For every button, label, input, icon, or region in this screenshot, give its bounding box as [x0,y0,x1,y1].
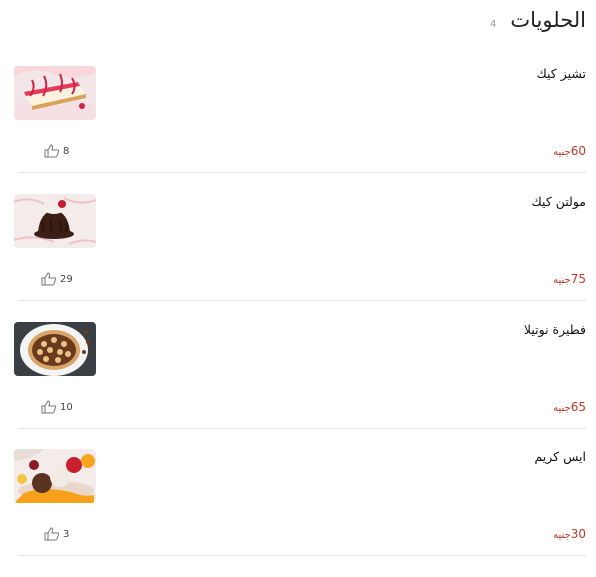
menu-item[interactable]: تشيز كيك 60جنيه 8 [14,66,586,194]
item-price: 30جنيه [553,527,586,541]
menu-category-page: الحلويات 4 تشيز كيك 60جنيه 8 مولتن كيك 7… [0,0,596,556]
thumbs-up-icon [44,527,60,541]
menu-item[interactable]: فطيرة نوتيلا 65جنيه 10 [14,322,586,450]
item-count: 4 [490,19,497,30]
item-divider [18,172,586,173]
category-header: الحلويات 4 [490,8,586,32]
like-count: 8 [63,145,70,157]
like-button[interactable]: 29 [41,272,73,286]
item-divider [18,428,586,429]
price-value: 65 [570,400,586,414]
like-count: 3 [63,528,70,540]
thumbs-up-icon [41,272,57,286]
like-count: 29 [60,273,73,285]
item-name[interactable]: تشيز كيك [536,66,586,81]
menu-item[interactable]: ايس كريم 30جنيه 3 [14,449,586,577]
like-button[interactable]: 8 [44,144,69,158]
molten-cake-image[interactable] [14,194,96,248]
thumbs-up-icon [44,144,60,158]
item-price: 65جنيه [553,400,586,414]
menu-item[interactable]: مولتن كيك 75جنيه 29 [14,194,586,322]
like-button[interactable]: 3 [44,527,69,541]
price-value: 60 [570,144,586,158]
like-button[interactable]: 10 [41,400,73,414]
nutella-pie-image[interactable] [14,322,96,376]
price-value: 75 [570,272,586,286]
like-count: 10 [60,401,73,413]
price-currency: جنيه [553,275,571,286]
price-currency: جنيه [553,530,571,541]
item-name[interactable]: مولتن كيك [532,194,586,209]
category-title: الحلويات [510,8,586,32]
price-currency: جنيه [553,403,571,414]
item-divider [18,300,586,301]
price-value: 30 [570,527,586,541]
ice-cream-image[interactable] [14,449,96,503]
item-price: 60جنيه [553,144,586,158]
thumbs-up-icon [41,400,57,414]
item-name[interactable]: فطيرة نوتيلا [524,322,586,337]
item-price: 75جنيه [553,272,586,286]
item-name[interactable]: ايس كريم [534,449,586,464]
price-currency: جنيه [553,147,571,158]
cheesecake-image[interactable] [14,66,96,120]
